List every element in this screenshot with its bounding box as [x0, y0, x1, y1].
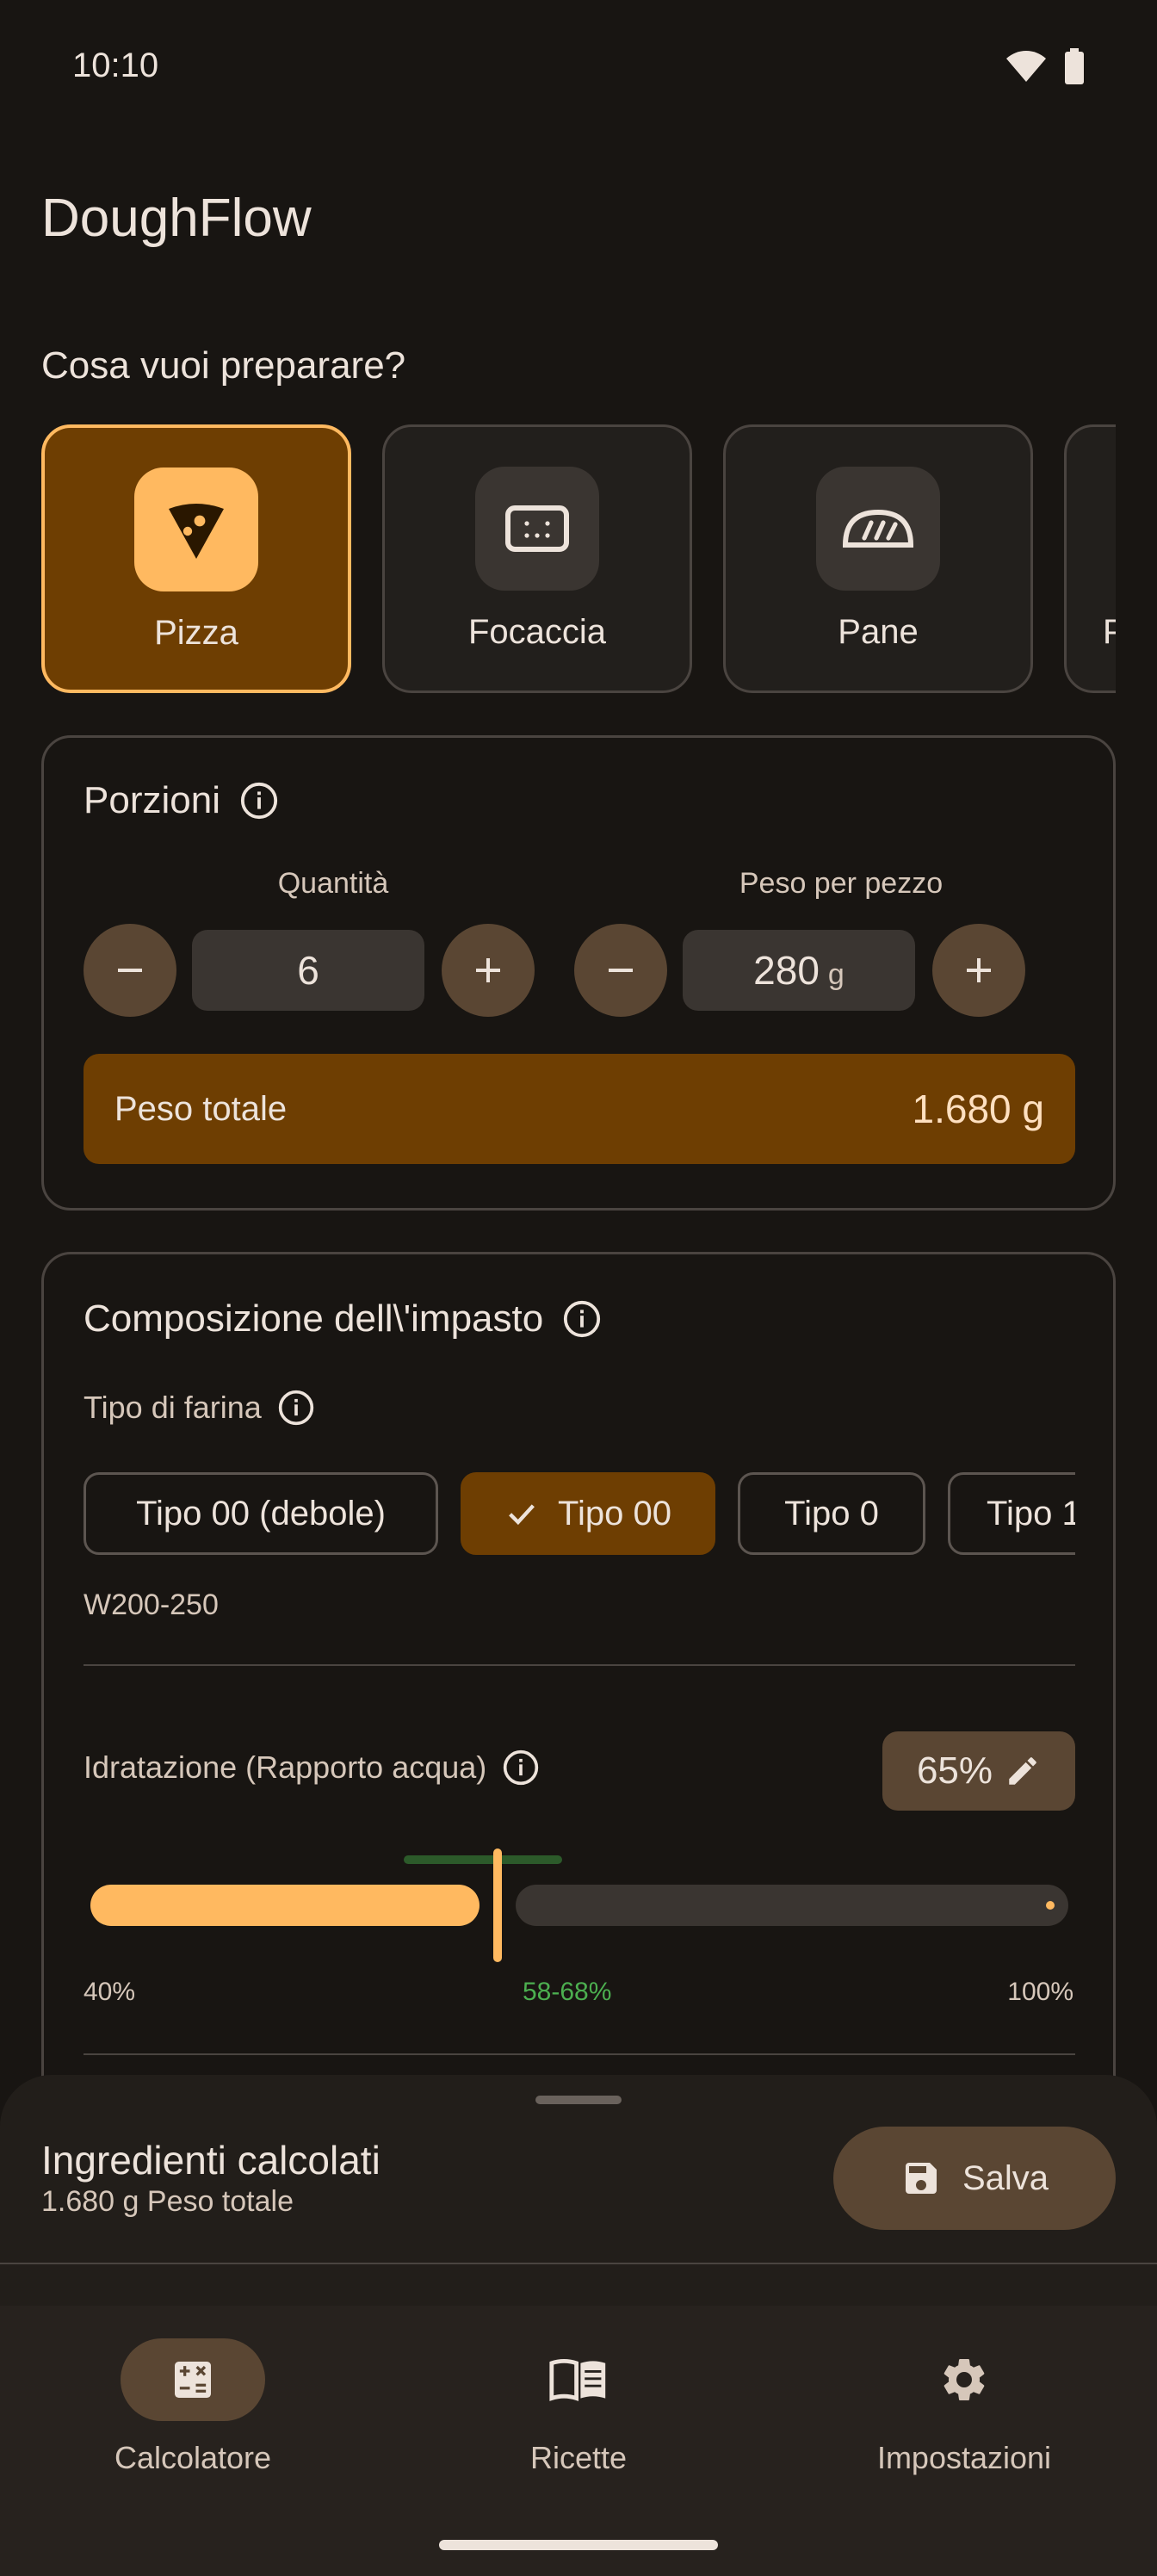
minus-icon	[118, 969, 142, 972]
quantity-value[interactable]: 6	[192, 930, 424, 1011]
quantity-label: Quantità	[277, 867, 389, 900]
quantity-decrease-button[interactable]	[84, 924, 176, 1017]
plus-icon	[476, 958, 500, 982]
weight-increase-button[interactable]	[932, 924, 1025, 1017]
flour-strength: W200-250	[84, 1588, 219, 1621]
divider	[84, 1664, 1075, 1666]
slider-range-label: 58-68%	[523, 1978, 612, 2006]
weight-decrease-button[interactable]	[574, 924, 667, 1017]
pizza-icon	[169, 504, 224, 559]
type-card-partial-wrap: P	[1064, 424, 1116, 693]
type-card-focaccia[interactable]: Focaccia	[382, 424, 692, 693]
type-card-partial[interactable]: P	[1064, 424, 1116, 693]
sheet-divider	[0, 2263, 1157, 2264]
pencil-icon	[1009, 1757, 1036, 1785]
save-icon	[905, 2163, 937, 2194]
flour-chip-tipo-0[interactable]: Tipo 0	[738, 1472, 925, 1555]
hydration-edit-button[interactable]: 65%	[882, 1731, 1075, 1811]
hydration-slider[interactable]	[84, 1848, 1075, 1962]
type-card-pizza[interactable]: Pizza	[41, 424, 351, 693]
nav-item-calcolatore[interactable]: Calcolatore	[0, 2338, 386, 2476]
flour-chip-tipo-00-debole[interactable]: Tipo 00 (debole)	[84, 1472, 438, 1555]
nav-item-ricette[interactable]: Ricette	[386, 2338, 771, 2476]
book-icon	[549, 2359, 606, 2401]
portions-title: Porzioni	[84, 779, 279, 822]
slider-max-label: 100%	[1007, 1978, 1073, 2006]
plus-icon	[967, 958, 991, 982]
total-weight-label: Peso totale	[114, 1089, 288, 1128]
ingredients-bottom-sheet[interactable]: Ingredienti calcolati 1.680 g Peso total…	[0, 2075, 1157, 2307]
composition-section: Composizione dell\'impasto Tipo di farin…	[41, 1252, 1116, 2113]
wifi-icon	[1006, 51, 1046, 82]
flour-chip-tipo-1[interactable]: Tipo 1	[948, 1472, 1075, 1555]
slider-active-track	[90, 1885, 480, 1926]
gear-icon	[944, 2359, 985, 2400]
section-question: Cosa vuoi preparare?	[41, 344, 406, 387]
status-icons	[1005, 48, 1085, 84]
weight-label: Peso per pezzo	[739, 867, 944, 900]
sheet-title: Ingredienti calcolati	[41, 2138, 381, 2183]
nav-item-impostazioni[interactable]: Impostazioni	[771, 2338, 1157, 2476]
app-title: DoughFlow	[41, 189, 312, 248]
recommended-range-marker	[404, 1855, 562, 1864]
type-label-pizza: Pizza	[154, 614, 238, 652]
type-label-focaccia: Focaccia	[467, 613, 607, 651]
type-card-pane[interactable]: Pane	[723, 424, 1033, 693]
check-icon	[509, 1504, 535, 1526]
slider-min-label: 40%	[84, 1978, 136, 2006]
slider-inactive-track	[516, 1885, 1068, 1926]
info-icon[interactable]	[239, 781, 279, 820]
type-label-pane: Pane	[838, 613, 919, 651]
minus-icon	[609, 969, 633, 972]
flour-chip-row: Tipo 00 (debole) Tipo 00 Tipo 0 Tipo 1	[84, 1254, 1075, 1599]
portions-section: Porzioni Quantità Peso per pezzo 6 280 g …	[41, 735, 1116, 1211]
gesture-handle	[439, 2540, 718, 2550]
nav-label-calcolatore: Calcolatore	[114, 2440, 272, 2475]
total-weight-bar: Peso totale 1.680 g	[84, 1054, 1075, 1164]
focaccia-icon	[505, 505, 569, 552]
total-weight-value: 1.680 g	[912, 1087, 1044, 1131]
sheet-subtitle: 1.680 g Peso totale	[41, 2185, 294, 2218]
flour-chip-tipo-00[interactable]: Tipo 00	[461, 1472, 715, 1555]
info-icon[interactable]	[502, 1749, 540, 1786]
nav-label-ricette: Ricette	[529, 2440, 628, 2475]
quantity-increase-button[interactable]	[442, 924, 535, 1017]
bottom-navigation: Calcolatore Ricette Impostazioni	[0, 2306, 1157, 2576]
bread-icon	[842, 509, 914, 548]
save-button[interactable]: Salva	[833, 2127, 1116, 2230]
nav-label-impostazioni: Impostazioni	[876, 2440, 1052, 2475]
hydration-label: Idratazione (Rapporto acqua)	[84, 1749, 540, 1786]
slider-thumb[interactable]	[493, 1848, 502, 1962]
slider-end-dot	[1046, 1901, 1055, 1910]
type-label-partial: P	[1103, 613, 1116, 651]
weight-value[interactable]: 280 g	[683, 930, 915, 1011]
battery-icon	[1065, 48, 1084, 84]
sheet-drag-handle[interactable]	[535, 2096, 622, 2104]
status-time: 10:10	[72, 46, 159, 84]
divider	[84, 2053, 1075, 2055]
calculator-icon	[175, 2362, 211, 2398]
